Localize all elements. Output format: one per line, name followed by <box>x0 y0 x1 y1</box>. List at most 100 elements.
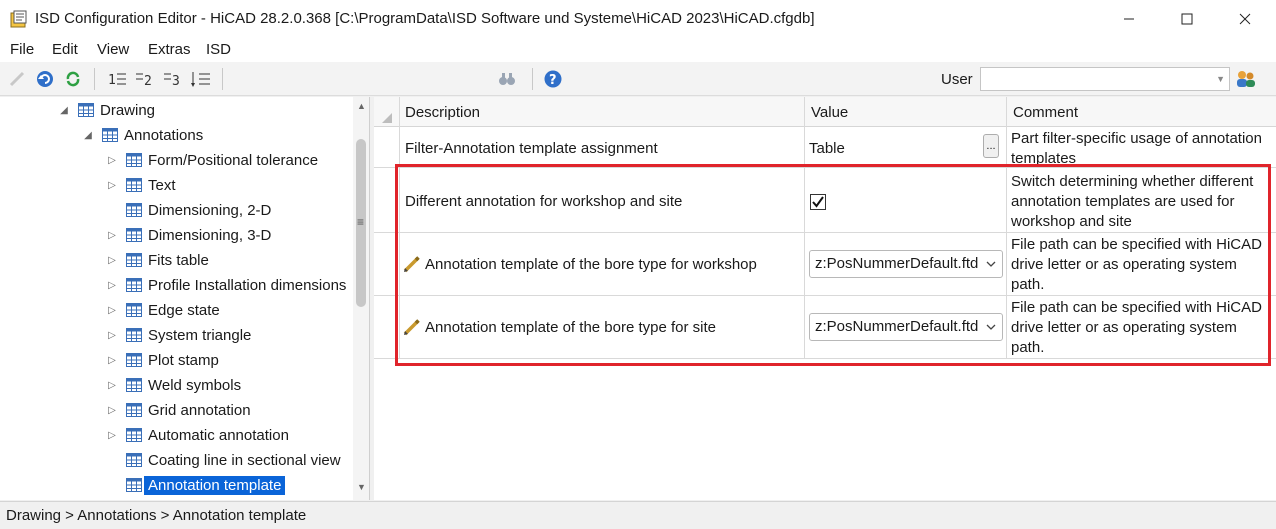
collapsed-arrow-icon[interactable]: ▷ <box>106 223 118 247</box>
tree-item[interactable]: Fits table <box>126 248 209 272</box>
tree-item[interactable]: Coating line in sectional view <box>126 448 341 472</box>
table-icon <box>126 303 142 317</box>
tree-item-label: System triangle <box>148 326 252 344</box>
tree-item[interactable]: Text <box>126 173 176 197</box>
tree-item[interactable]: Annotations <box>102 123 203 147</box>
edit-pencil-icon[interactable] <box>6 68 28 90</box>
menu-edit[interactable]: Edit <box>52 41 78 58</box>
svg-text:1: 1 <box>108 73 116 88</box>
collapsed-arrow-icon[interactable]: ▷ <box>106 248 118 272</box>
table-icon <box>102 128 118 142</box>
workshop-template-combobox[interactable]: z:PosNummerDefault.ftd <box>809 250 1003 278</box>
svg-text:3: 3 <box>172 74 180 88</box>
collapsed-arrow-icon[interactable]: ▷ <box>106 173 118 197</box>
tree-item[interactable]: Dimensioning, 3-D <box>126 223 271 247</box>
tree-item[interactable]: Weld symbols <box>126 373 241 397</box>
table-icon <box>126 253 142 267</box>
user-combobox[interactable]: ▼ <box>980 67 1230 91</box>
grip-icon: ≡ <box>357 215 365 229</box>
menu-extras[interactable]: Extras <box>148 41 191 58</box>
table-icon <box>126 153 142 167</box>
pencil-icon <box>403 319 420 336</box>
pencil-icon <box>403 256 420 273</box>
maximize-icon <box>1181 13 1193 25</box>
row-comment: File path can be specified with HiCAD dr… <box>1011 299 1262 356</box>
tree-item[interactable]: Dimensioning, 2-D <box>126 198 271 222</box>
tree-item[interactable]: Automatic annotation <box>126 423 289 447</box>
close-icon <box>1239 13 1251 25</box>
tree-item-label: Dimensioning, 2-D <box>148 201 272 219</box>
level-2-icon[interactable]: 2 <box>134 68 156 90</box>
undo-icon[interactable] <box>34 68 56 90</box>
column-header-description[interactable]: Description <box>405 104 480 121</box>
tree-item[interactable]: Edge state <box>126 298 220 322</box>
tree-item-label: Grid annotation <box>148 401 251 419</box>
scroll-down-icon[interactable]: ▼ <box>357 482 366 492</box>
users-icon[interactable] <box>1235 68 1257 90</box>
menu-isd[interactable]: ISD <box>206 41 231 58</box>
menu-view[interactable]: View <box>97 41 129 58</box>
level-1-icon[interactable]: 1 <box>106 68 128 90</box>
corner-triangle-icon <box>382 113 392 123</box>
chevron-down-icon: ▼ <box>1216 74 1225 84</box>
tree-item-label: Profile Installation dimensions <box>148 276 347 294</box>
row-comment: File path can be specified with HiCAD dr… <box>1011 236 1262 293</box>
site-template-combobox[interactable]: z:PosNummerDefault.ftd <box>809 313 1003 341</box>
menu-file[interactable]: File <box>10 41 34 58</box>
tree-item-label: Annotation template <box>144 475 286 495</box>
column-header-comment[interactable]: Comment <box>1013 104 1078 121</box>
chevron-down-icon <box>986 261 996 267</box>
row-description: Filter-Annotation template assignment <box>405 140 658 157</box>
grid-header: Description Value Comment <box>374 97 1276 127</box>
collapsed-arrow-icon[interactable]: ▷ <box>106 373 118 397</box>
help-icon[interactable]: ? <box>542 68 564 90</box>
toolbar: 1 2 3 ? User ▼ <box>0 62 1276 96</box>
collapsed-arrow-icon[interactable]: ▷ <box>106 298 118 322</box>
collapsed-arrow-icon[interactable]: ▷ <box>106 348 118 372</box>
tree-item[interactable]: Form/Positional tolerance <box>126 148 318 172</box>
tree-item-label: Automatic annotation <box>148 426 289 444</box>
collapsed-arrow-icon[interactable]: ▷ <box>106 273 118 297</box>
tree-item[interactable]: Drawing <box>78 98 155 122</box>
expanded-arrow-icon[interactable]: ◢ <box>58 98 70 122</box>
checkmark-icon <box>812 196 824 208</box>
property-grid: Description Value Comment Filter-Annotat… <box>374 97 1276 500</box>
table-icon <box>126 328 142 342</box>
maximize-button[interactable] <box>1158 0 1216 38</box>
row-value: Table <box>809 140 845 157</box>
tree-item-label: Plot stamp <box>148 351 219 369</box>
tree-item-label: Edge state <box>148 301 220 319</box>
scroll-up-icon[interactable]: ▲ <box>357 101 366 111</box>
table-icon <box>126 428 142 442</box>
tree-item[interactable]: System triangle <box>126 323 251 347</box>
tree-item-label: Weld symbols <box>148 376 242 394</box>
expanded-arrow-icon[interactable]: ◢ <box>82 123 94 147</box>
collapsed-arrow-icon[interactable]: ▷ <box>106 323 118 347</box>
level-3-icon[interactable]: 3 <box>162 68 184 90</box>
refresh-icon[interactable] <box>62 68 84 90</box>
collapsed-arrow-icon[interactable]: ▷ <box>106 148 118 172</box>
combo-value: z:PosNummerDefault.ftd <box>815 255 979 272</box>
expand-all-icon[interactable] <box>190 68 212 90</box>
find-binoculars-icon[interactable] <box>496 68 518 90</box>
tree-scrollbar[interactable]: ▲ ≡ ▼ <box>353 97 369 500</box>
ellipsis-button[interactable]: ... <box>983 134 999 158</box>
tree-item[interactable]: Plot stamp <box>126 348 219 372</box>
column-header-value[interactable]: Value <box>811 104 848 121</box>
tree-item-label: Fits table <box>148 251 209 269</box>
minimize-button[interactable] <box>1100 0 1158 38</box>
row-comment: Switch determining whether different ann… <box>1011 173 1254 230</box>
workshop-site-checkbox[interactable] <box>810 194 826 210</box>
collapsed-arrow-icon[interactable]: ▷ <box>106 398 118 422</box>
table-icon <box>78 103 94 117</box>
window-title: ISD Configuration Editor - HiCAD 28.2.0.… <box>35 10 815 27</box>
tree-item[interactable]: Profile Installation dimensions <box>126 273 346 297</box>
tree-item-label: Dimensioning, 3-D <box>148 226 272 244</box>
collapsed-arrow-icon[interactable]: ▷ <box>106 423 118 447</box>
close-button[interactable] <box>1216 0 1274 38</box>
tree-item[interactable]: Annotation template <box>126 473 286 497</box>
table-icon <box>126 178 142 192</box>
tree-item-label: Form/Positional tolerance <box>148 151 319 169</box>
tree-item[interactable]: Grid annotation <box>126 398 251 422</box>
table-icon <box>126 278 142 292</box>
